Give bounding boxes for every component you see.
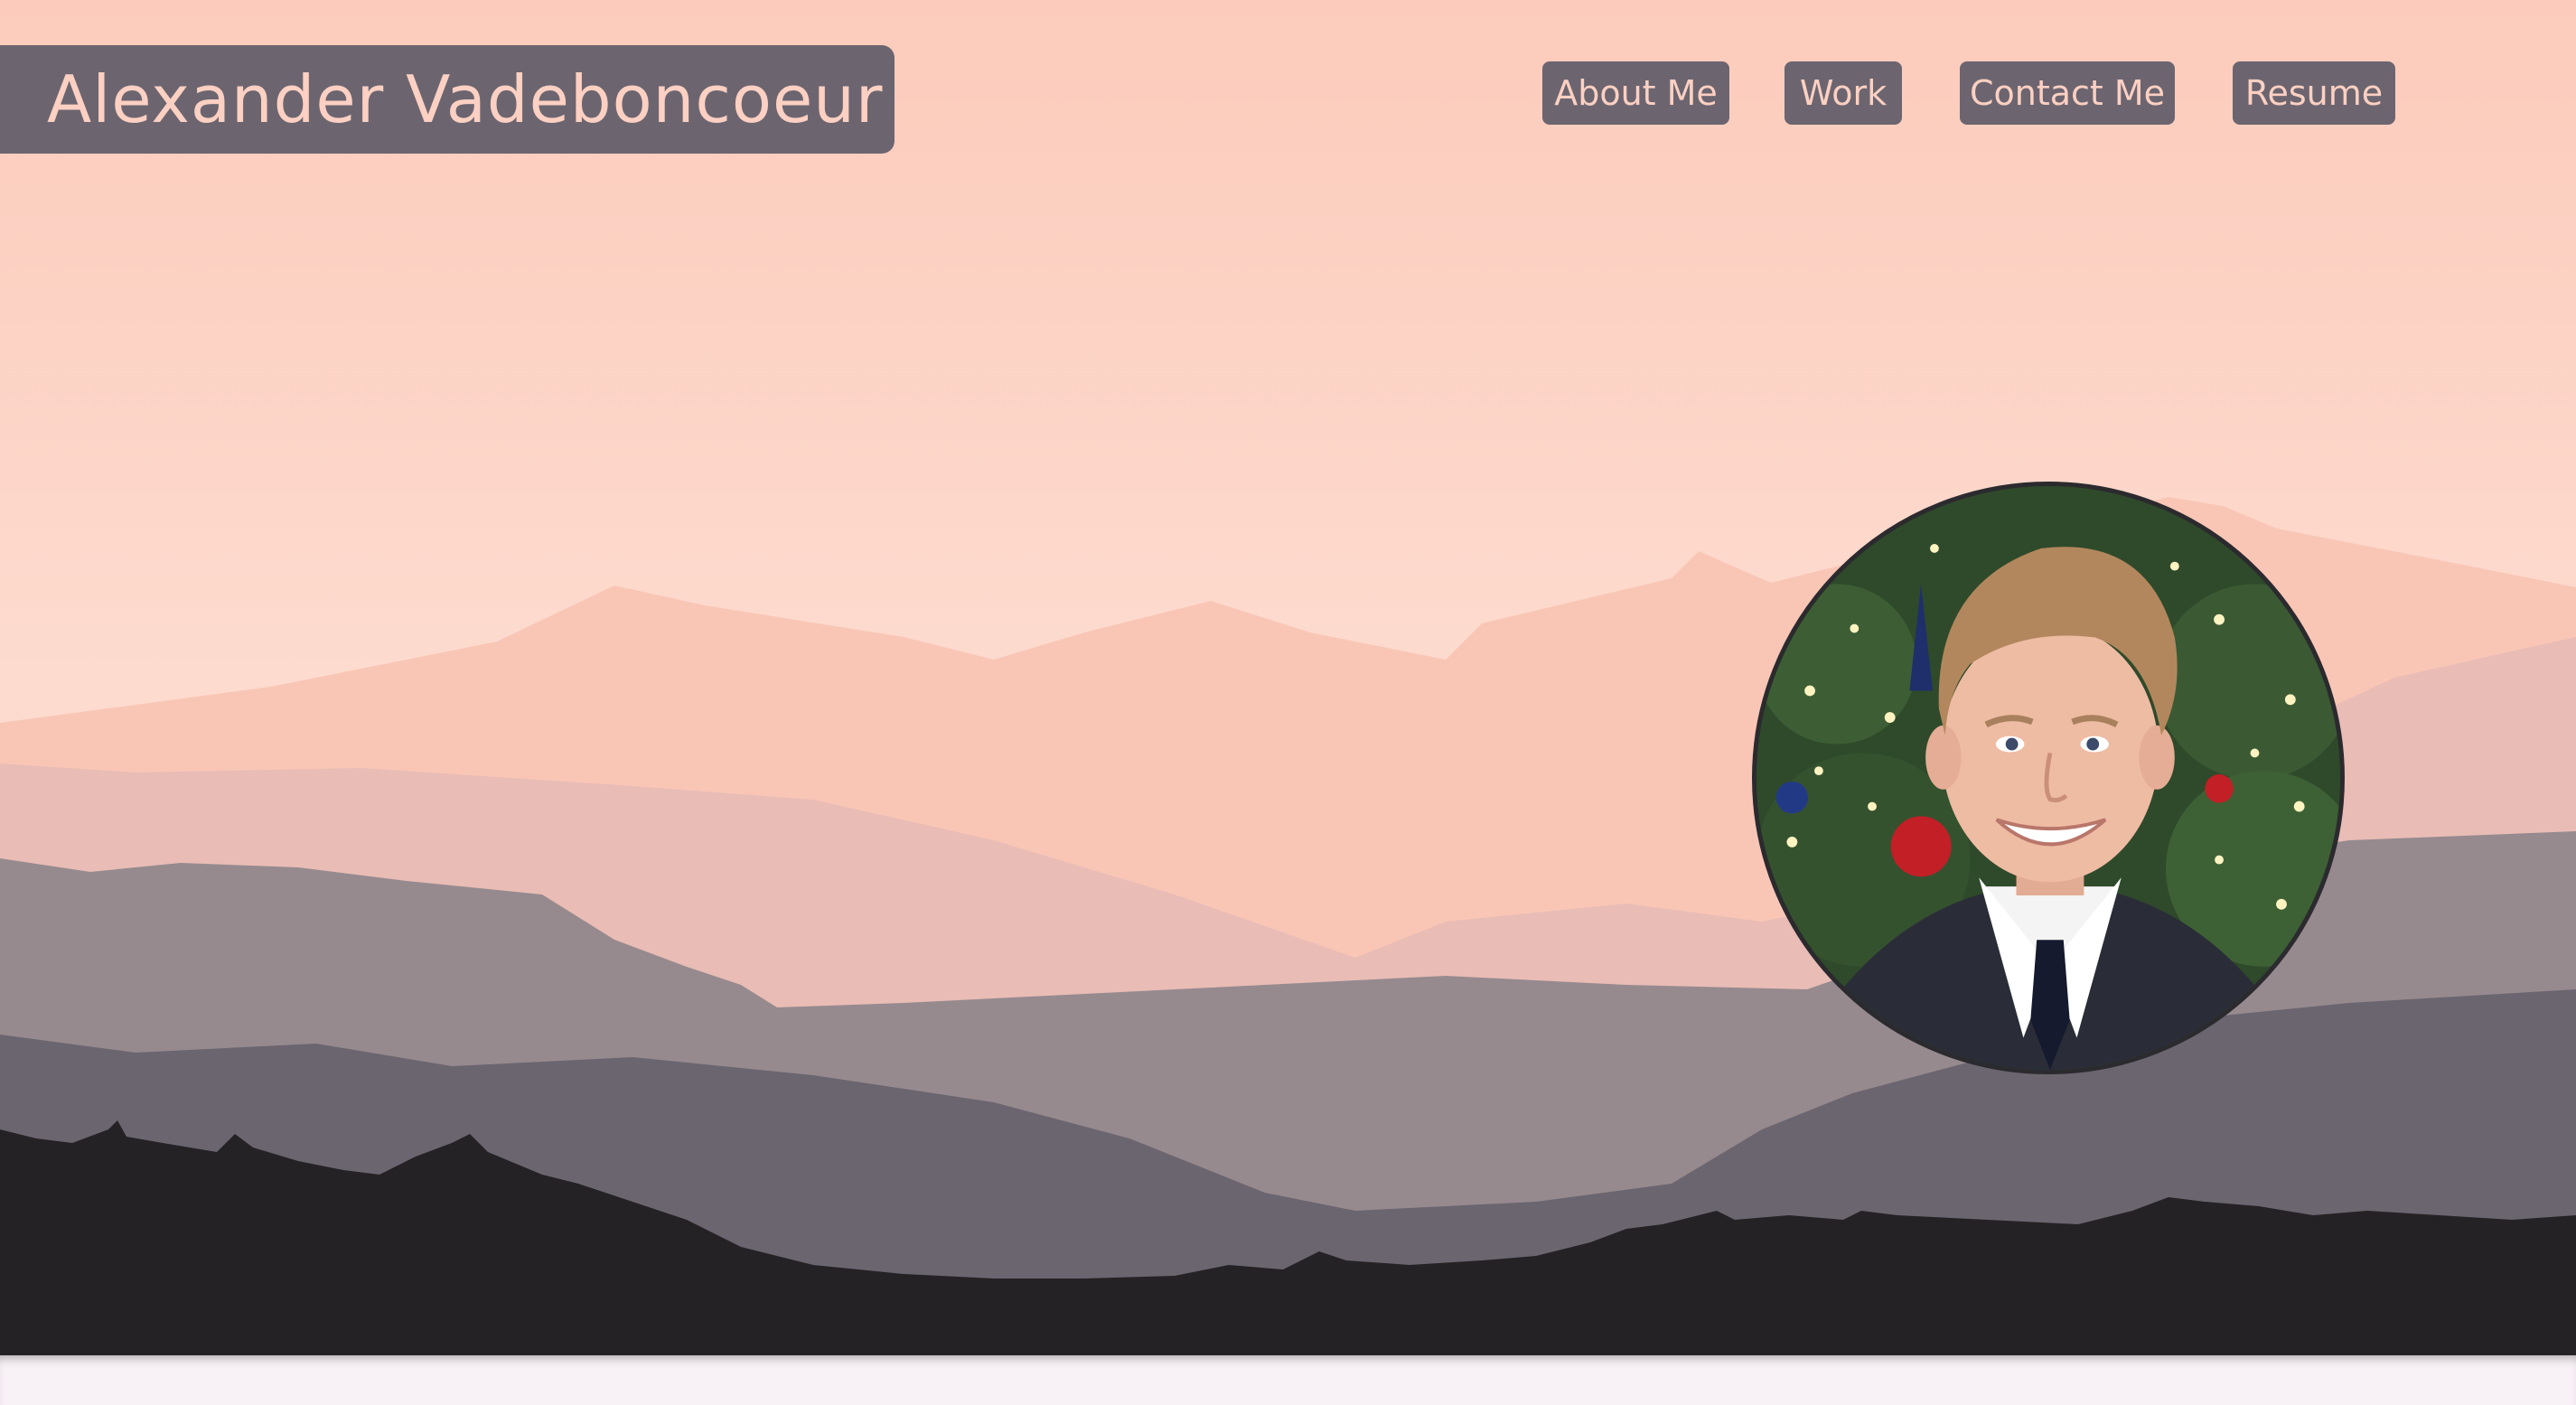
site-title: Alexander Vadeboncoeur <box>0 45 895 154</box>
nav-about-me-button[interactable]: About Me <box>1542 61 1729 125</box>
nav-contact-me-button[interactable]: Contact Me <box>1960 61 2175 125</box>
profile-photo <box>1752 482 2345 1074</box>
portrait-photo-icon <box>1756 486 2340 1070</box>
nav-resume-button[interactable]: Resume <box>2233 61 2395 125</box>
nav-work-button[interactable]: Work <box>1784 61 1902 125</box>
page-bottom-strip <box>0 1355 2576 1405</box>
